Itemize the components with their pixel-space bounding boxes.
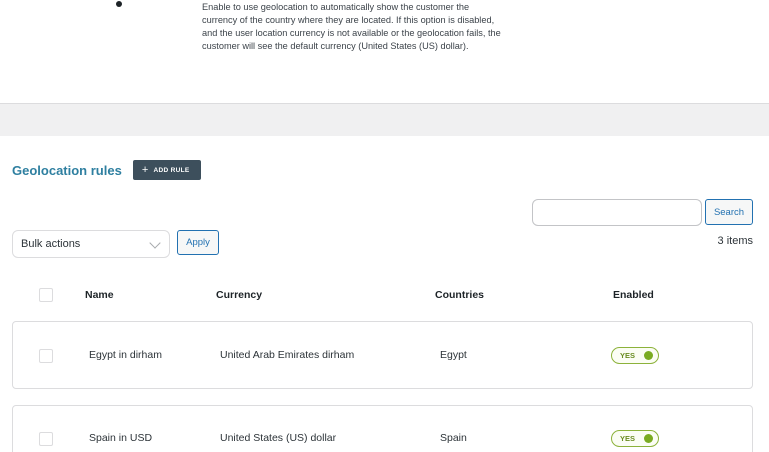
items-count: 3 items bbox=[717, 235, 753, 247]
table-row: Spain in USD United States (US) dollar S… bbox=[12, 405, 753, 452]
rule-countries: Spain bbox=[440, 432, 467, 444]
plus-icon: + bbox=[141, 163, 149, 176]
bulk-actions-select[interactable]: Bulk actions bbox=[12, 230, 170, 258]
table-row: Egypt in dirham United Arab Emirates dir… bbox=[12, 321, 753, 389]
column-header-name[interactable]: Name bbox=[85, 289, 114, 301]
enabled-toggle[interactable]: YES bbox=[611, 347, 659, 364]
setting-label-fragment bbox=[116, 0, 136, 7]
column-header-enabled[interactable]: Enabled bbox=[613, 289, 654, 301]
toggle-knob-icon bbox=[644, 351, 653, 360]
bulk-actions-value: Bulk actions bbox=[21, 238, 81, 250]
rule-currency: United States (US) dollar bbox=[220, 432, 337, 444]
column-header-currency[interactable]: Currency bbox=[216, 289, 262, 301]
section-divider-band bbox=[0, 104, 769, 136]
rules-title: Geolocation rules bbox=[12, 162, 122, 178]
search-input[interactable] bbox=[532, 199, 702, 226]
toggle-knob-icon bbox=[644, 434, 653, 443]
enabled-toggle[interactable]: YES bbox=[611, 430, 659, 447]
add-rule-button[interactable]: + ADD RULE bbox=[132, 160, 201, 180]
row-checkbox[interactable] bbox=[39, 432, 53, 446]
row-checkbox[interactable] bbox=[39, 349, 53, 363]
enabled-toggle-label: YES bbox=[620, 351, 636, 360]
geolocation-description: Enable to use geolocation to automatical… bbox=[202, 2, 501, 51]
rule-name[interactable]: Spain in USD bbox=[89, 432, 152, 444]
rule-countries: Egypt bbox=[440, 349, 467, 361]
search-button[interactable]: Search bbox=[705, 199, 753, 225]
rule-currency: United Arab Emirates dirham bbox=[220, 349, 355, 361]
geolocation-setting-section: Enable to use geolocation to automatical… bbox=[0, 0, 769, 104]
add-rule-label: ADD RULE bbox=[153, 166, 190, 174]
chevron-down-icon bbox=[149, 237, 161, 249]
enabled-toggle-label: YES bbox=[620, 434, 636, 443]
column-header-countries[interactable]: Countries bbox=[435, 289, 484, 301]
rules-header: Geolocation rules + ADD RULE bbox=[12, 160, 201, 180]
select-all-checkbox[interactable] bbox=[39, 288, 53, 302]
rule-name[interactable]: Egypt in dirham bbox=[89, 349, 162, 361]
apply-button[interactable]: Apply bbox=[177, 230, 219, 255]
